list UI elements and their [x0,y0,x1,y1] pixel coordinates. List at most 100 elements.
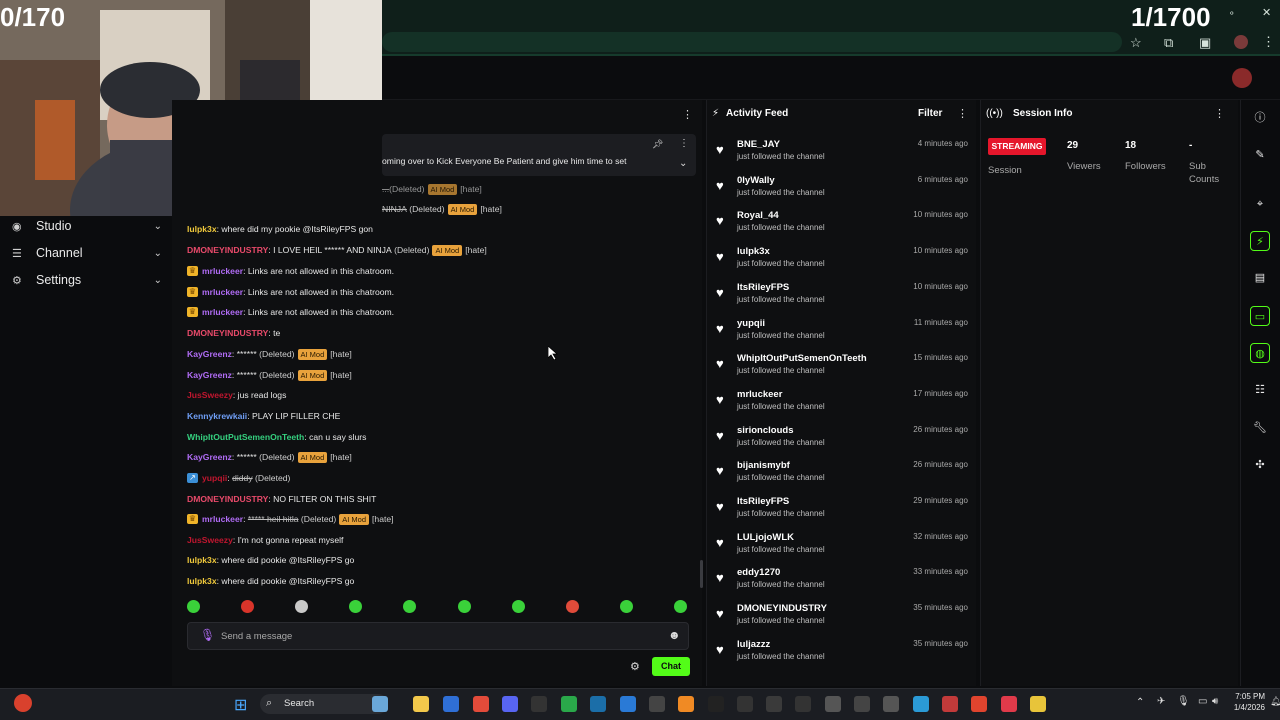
taskbar-search[interactable]: ⌕ Search [260,694,388,714]
chat-message[interactable]: DMONEYINDUSTRY: NO FILTER ON THIS SHIT [187,492,376,506]
notification-icon[interactable]: 🔔︎ [1270,696,1280,707]
wrench-icon[interactable]: 🔧︎ [1250,418,1270,438]
emote-icon[interactable] [673,600,687,613]
user-avatar[interactable] [1232,68,1252,88]
emote-icon[interactable] [511,600,525,613]
chat-username[interactable]: Kennykrewkaii [187,409,247,423]
sidebar-item-studio[interactable]: ◉ Studio ⌄ [12,216,162,236]
pinned-menu-icon[interactable]: ⋮ [679,138,689,149]
url-field[interactable] [382,32,1122,52]
mic-tray-icon[interactable]: 🎙︎ [1177,696,1190,707]
chat-username[interactable]: lulpk3x [187,574,217,588]
sidebar-item-settings[interactable]: ⚙ Settings ⌄ [12,270,162,290]
chat-settings-icon[interactable]: ⚙ [630,660,640,673]
sidepanel-icon[interactable]: ▣ [1199,35,1211,51]
follower-name[interactable]: luljazzz [737,639,770,650]
chat-message[interactable]: Kennykrewkaii: PLAY LIP FILLER CHE [187,409,340,423]
chat-message[interactable]: DMONEYINDUSTRY: te [187,326,280,340]
taskbar-app-icon[interactable] [737,696,753,712]
chevron-up-icon[interactable]: ⌃ [1136,697,1144,708]
follower-name[interactable]: DMONEYINDUSTRY [737,603,827,614]
chat-username[interactable]: WhipItOutPutSemenOnTeeth [187,430,304,444]
chat-username[interactable]: mrluckeer [202,264,243,278]
taskbar-app-icon[interactable] [678,696,694,712]
taskbar-app-icon[interactable] [883,696,899,712]
follower-name[interactable]: eddy1270 [737,567,780,578]
feed-item[interactable]: ♥ Royal_44 just followed the channel 10 min… [716,210,968,238]
microphone-icon[interactable]: 🎙︎ [200,628,215,642]
chat-username[interactable]: DMONEYINDUSTRY [187,326,268,340]
feed-item[interactable]: ♥ eddy1270 just followed the channel 33 min… [716,567,968,595]
focus-icon[interactable]: ⌖ [1250,194,1270,214]
chat-message[interactable]: KayGreenz: ****** (Deleted) AI Mod [hate] [187,347,352,361]
session-toggle-icon[interactable]: ◍ [1250,343,1270,363]
chat-message[interactable]: KayGreenz: ****** (Deleted) AI Mod [hate] [187,368,352,382]
taskbar-app-icon[interactable] [372,696,388,712]
chat-message[interactable]: ♛ mrluckeer: Links are not allowed in thi… [187,305,394,319]
sidebar-item-channel[interactable]: ☰ Channel ⌄ [12,243,162,263]
chat-username[interactable]: JusSweezy [187,388,233,402]
follower-name[interactable]: bijanismybf [737,460,790,471]
taskbar-app-icon[interactable] [913,696,929,712]
chat-username[interactable]: JusSweezy [187,533,233,547]
follower-name[interactable]: ItsRileyFPS [737,282,789,293]
emote-icon[interactable] [241,600,255,613]
chat-username[interactable]: KayGreenz [187,450,232,464]
monitor-icon[interactable]: ▭ [1198,696,1207,707]
taskbar-app-icon[interactable] [942,696,958,712]
emote-icon[interactable] [565,600,579,613]
taskbar-app-icon[interactable] [1030,696,1046,712]
feed-item[interactable]: ♥ BNE_JAY just followed the channel 4 minut… [716,139,968,167]
taskbar-app-icon[interactable] [1001,696,1017,712]
taskbar-app-icon[interactable] [649,696,665,712]
chat-message[interactable]: DMONEYINDUSTRY: I LOVE HEIL ****** AND N… [187,243,487,257]
chat-send-button[interactable]: Chat [652,657,690,676]
info-icon[interactable]: ⓘ [1250,108,1270,128]
pinned-message[interactable]: oming over to Kick Everyone Be Patient a… [382,134,696,176]
taskbar-app-icon[interactable] [561,696,577,712]
activity-toggle-icon[interactable]: ⚡︎ [1250,231,1270,251]
chat-message[interactable]: KayGreenz: ****** (Deleted) AI Mod [hate] [187,450,352,464]
taskbar-app-icon[interactable] [766,696,782,712]
follower-name[interactable]: yupqii [737,318,765,329]
puzzle-icon[interactable]: ✣ [1250,455,1270,475]
chat-message[interactable]: lulpk3x: where did my pookie @ItsRileyFP… [187,222,373,236]
chat-message[interactable]: ♛ mrluckeer: Links are not allowed in thi… [187,285,394,299]
chat-username[interactable]: yupqii [202,471,227,485]
feed-item[interactable]: ♥ sirionclouds just followed the channel 26… [716,425,968,453]
edit-icon[interactable]: ✎ [1250,145,1270,165]
chat-username[interactable]: mrluckeer [202,512,243,526]
follower-name[interactable]: WhipItOutPutSemenOnTeeth [737,353,867,364]
chat-message[interactable]: ↗ yupqii: diddy (Deleted) [187,471,290,485]
feed-item[interactable]: ♥ bijanismybf just followed the channel 26 … [716,460,968,488]
emote-icon[interactable] [187,600,200,613]
feed-menu-icon[interactable]: ⋮ [957,107,968,120]
taskbar-app-icon[interactable] [531,696,547,712]
bookmark-star-icon[interactable]: ☆ [1130,35,1142,51]
browser-menu-icon[interactable]: ⋮ [1262,34,1275,50]
follower-name[interactable]: Royal_44 [737,210,779,221]
document-icon[interactable]: ▤ [1250,268,1270,288]
taskbar-app-icon[interactable] [971,696,987,712]
chat-username[interactable]: lulpk3x [187,553,217,567]
taskbar-app-icon[interactable] [502,696,518,712]
chevron-down-icon[interactable]: ⌄ [679,158,687,169]
emote-icon[interactable] [619,600,633,613]
network-icon[interactable]: ✈︎ [1157,696,1165,707]
taskbar-app-icon[interactable] [413,696,429,712]
chat-message[interactable]: lulpk3x: where did pookie @ItsRileyFPS g… [187,553,354,567]
chat-scrollbar[interactable] [700,560,703,588]
profile-avatar[interactable] [1234,35,1248,49]
volume-icon[interactable]: 🔊︎ [1212,696,1218,707]
clock-time[interactable]: 7:05 PM [1235,692,1265,701]
feed-item[interactable]: ♥ DMONEYINDUSTRY just followed the channel… [716,603,968,631]
follower-name[interactable]: sirionclouds [737,425,793,436]
follower-name[interactable]: mrluckeer [737,389,782,400]
feed-item[interactable]: ♥ ItsRileyFPS just followed the channel 10 … [716,282,968,310]
chat-username[interactable]: mrluckeer [202,305,243,319]
feed-item[interactable]: ♥ LULjojoWLK just followed the channel 32 m… [716,532,968,560]
extensions-icon[interactable]: ⧉ [1164,35,1173,51]
follower-name[interactable]: ItsRileyFPS [737,496,789,507]
chat-message[interactable]: JusSweezy: I'm not gonna repeat myself [187,533,343,547]
clock-date[interactable]: 1/4/2026 [1228,703,1265,712]
